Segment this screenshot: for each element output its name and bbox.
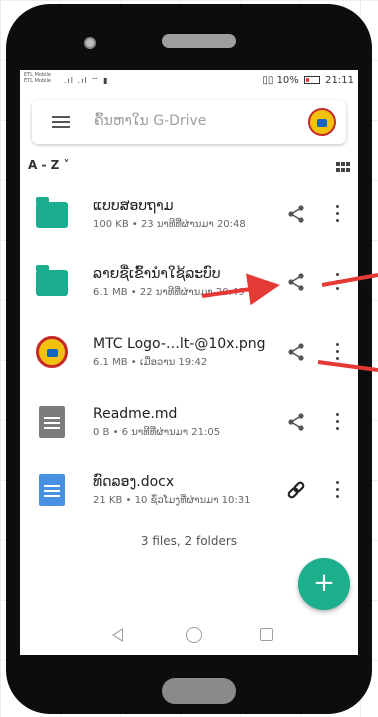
battery-icon [303,76,320,84]
file-name: ທົດລອງ.docx [93,474,175,490]
file-name: Readme.md [93,406,178,422]
vibrate-icon: ▯▯ [262,75,274,86]
more-options-icon[interactable] [336,205,340,223]
file-name: ແບບສອບຖາມ [93,198,174,214]
android-nav-bar [20,618,358,652]
more-options-icon[interactable] [336,413,340,431]
home-icon[interactable] [186,627,202,643]
file-row[interactable]: ລາຍຊື່ເຂົ້ານໍາໃຊ້ລະບົບ 6.1 MB • 22 ນາທີທ… [20,256,358,310]
share-icon[interactable] [286,412,306,432]
more-options-icon[interactable] [336,273,340,291]
status-bar: ETL Mobile ETL Mobile .ıl .ıl ⌔ ▮ ▯▯ 10%… [20,70,358,92]
back-icon[interactable] [112,628,123,642]
share-icon[interactable] [286,272,306,292]
file-row[interactable]: Readme.md 0 B • 6 ນາທີທີ່ຜ່ານມາ 21:05 [20,396,358,450]
signal-icon: .ıl .ıl ⌔ ▮ [64,76,109,85]
file-meta: 100 KB • 23 ນາທີທີ່ຜ່ານມາ 20:48 [93,219,246,230]
search-input[interactable]: ຄົ້ນຫາໃນ G-Drive [94,113,206,129]
search-bar[interactable]: ຄົ້ນຫາໃນ G-Drive [32,100,346,144]
document-icon [39,406,65,438]
clock: 21:11 [325,75,354,86]
image-thumbnail-icon [36,336,68,368]
recent-apps-icon[interactable] [260,628,273,641]
sort-dropdown[interactable]: A - Z ˅ [28,158,70,172]
file-meta: 21 KB • 10 ຊົ່ວໂມງທີ່ຜ່ານມາ 10:31 [93,495,251,506]
more-options-icon[interactable] [336,343,340,361]
battery-percent: 10% [276,75,299,86]
file-meta: 6.1 MB • ເມື່ອວານ 19:42 [93,357,208,368]
file-row[interactable]: ແບບສອບຖາມ 100 KB • 23 ນາທີທີ່ຜ່ານມາ 20:4… [20,188,358,242]
file-meta: 6.1 MB • 22 ນາທີທີ່ຜ່ານມາ 20:49 [93,287,245,298]
carrier-label: ETL Mobile ETL Mobile [24,72,51,84]
carrier-line-2: ETL Mobile [24,78,51,84]
file-meta: 0 B • 6 ນາທີທີ່ຜ່ານມາ 21:05 [93,427,221,438]
phone-home-button[interactable] [162,678,236,704]
camera-icon [84,37,96,49]
file-summary: 3 files, 2 folders [140,534,238,548]
folder-icon [36,265,68,296]
file-row[interactable]: MTC Logo-…lt-@10x.png 6.1 MB • ເມື່ອວານ … [20,326,358,380]
link-icon[interactable] [286,480,306,500]
file-name: MTC Logo-…lt-@10x.png [93,336,266,352]
share-icon[interactable] [286,342,306,362]
add-button[interactable]: + [298,558,350,610]
status-right: ▯▯ 10% 21:11 [262,75,354,86]
account-avatar[interactable] [308,108,336,136]
file-row[interactable]: ທົດລອງ.docx 21 KB • 10 ຊົ່ວໂມງທີ່ຜ່ານມາ … [20,464,358,518]
grid-view-icon[interactable] [336,162,350,172]
file-name: ລາຍຊື່ເຂົ້ານໍາໃຊ້ລະບົບ [93,266,221,282]
docx-icon [39,474,65,506]
speaker-grille [162,34,236,48]
menu-icon[interactable] [52,116,70,128]
folder-icon [36,197,68,228]
phone-screen: ETL Mobile ETL Mobile .ıl .ıl ⌔ ▮ ▯▯ 10%… [20,70,358,655]
share-icon[interactable] [286,204,306,224]
more-options-icon[interactable] [336,481,340,499]
